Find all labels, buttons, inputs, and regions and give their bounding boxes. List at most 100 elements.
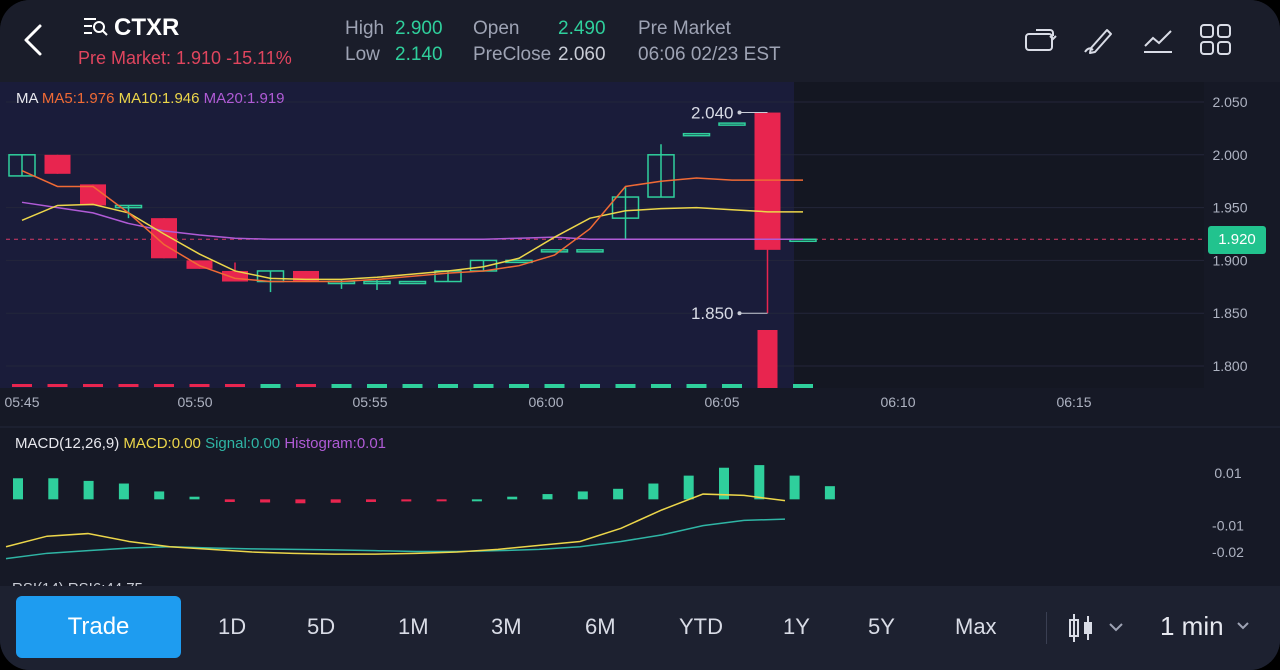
price-axis-label: 1.850 xyxy=(1212,305,1247,321)
app-screen: CTXR Pre Market: 1.910 -15.11% High 2.90… xyxy=(0,0,1280,670)
volume-bar xyxy=(722,384,742,388)
price-axis-label: 2.050 xyxy=(1212,94,1247,110)
volume-bar xyxy=(402,384,423,388)
macd-label: MACD(12,26,9) xyxy=(15,435,120,452)
chevron-down-icon[interactable] xyxy=(1236,619,1250,633)
range-5d[interactable]: 5D xyxy=(307,614,335,640)
volume-bar xyxy=(12,384,32,387)
macd-histogram-bar xyxy=(48,478,59,500)
macd-histogram-bar xyxy=(648,483,659,500)
volume-spike xyxy=(757,330,778,388)
candle-body-down xyxy=(754,112,781,250)
macd-histogram-bar xyxy=(507,496,518,500)
range-6m[interactable]: 6M xyxy=(585,614,616,640)
time-axis-label: 06:05 xyxy=(704,394,739,410)
volume-bar xyxy=(793,384,813,388)
macd-histogram-bar xyxy=(401,499,412,502)
macd-histogram-bar xyxy=(824,486,835,500)
time-axis-label: 05:55 xyxy=(352,394,387,410)
volume-bar xyxy=(118,384,139,387)
low-callout-dot xyxy=(737,311,742,316)
macd-histogram-bar xyxy=(789,475,800,500)
candlestick-type-icon[interactable] xyxy=(1066,610,1128,646)
toolbar-divider xyxy=(1046,612,1047,644)
volume-bar xyxy=(438,384,458,388)
range-5y[interactable]: 5Y xyxy=(868,614,895,640)
price-axis-label: 1.900 xyxy=(1212,252,1247,268)
range-ytd[interactable]: YTD xyxy=(679,614,723,640)
price-axis-label: 2.000 xyxy=(1212,147,1247,163)
macd-histogram-bar xyxy=(330,499,341,503)
candle-body-down xyxy=(151,218,177,259)
ma10-value: MA10:1.946 xyxy=(118,90,200,107)
macd-histogram-bar xyxy=(577,491,588,500)
range-1y[interactable]: 1Y xyxy=(783,614,810,640)
bottom-toolbar: Trade 1D 5D 1M 3M 6M YTD 1Y 5Y Max 1 min xyxy=(0,586,1280,670)
volume-bar xyxy=(367,384,387,388)
volume-bar xyxy=(544,384,565,388)
interval-select[interactable]: 1 min xyxy=(1160,611,1224,642)
macd-histogram-bar xyxy=(366,499,376,502)
range-max[interactable]: Max xyxy=(955,614,997,640)
after-panel xyxy=(794,82,1204,388)
macd-histogram-bar xyxy=(260,499,271,503)
macd-histogram-bar xyxy=(118,483,129,500)
macd-value: MACD:0.00 xyxy=(123,435,201,452)
volume-bar xyxy=(260,384,281,388)
macd-axis-label: 0.01 xyxy=(1214,465,1241,481)
macd-line xyxy=(5,493,786,555)
macd-histogram-bar xyxy=(295,499,306,504)
macd-histogram-bar xyxy=(436,499,447,502)
volume-bar xyxy=(47,384,68,387)
volume-bar xyxy=(686,384,707,388)
high-callout-label: 2.040 xyxy=(691,104,734,123)
candle-body-down xyxy=(44,154,71,174)
macd-histogram-bar xyxy=(683,475,694,500)
time-axis-label: 06:10 xyxy=(880,394,915,410)
macd-axis-label: -0.02 xyxy=(1212,544,1244,560)
ma20-value: MA20:1.919 xyxy=(203,90,285,107)
current-price-tag: 1.920 xyxy=(1208,226,1266,254)
signal-line xyxy=(5,518,786,560)
range-1m[interactable]: 1M xyxy=(398,614,429,640)
price-chart[interactable]: 2.050 2.000 1.950 1.900 1.850 1.800 05:45 05:50… xyxy=(0,0,1280,586)
volume-bar xyxy=(83,384,103,387)
volume-bar xyxy=(615,384,636,388)
time-axis-label: 05:50 xyxy=(177,394,212,410)
ma-label: MA xyxy=(16,90,38,107)
macd-histogram-bar xyxy=(224,499,235,502)
signal-value: Signal:0.00 xyxy=(205,435,281,452)
volume-bar xyxy=(473,384,494,388)
volume-bar xyxy=(225,384,245,387)
candle-body-down xyxy=(80,184,106,206)
ma-legend: MA MA5:1.976 MA10:1.946 MA20:1.919 xyxy=(16,90,285,107)
macd-histogram-bar xyxy=(83,480,94,500)
macd-histogram-bar xyxy=(542,494,553,500)
range-1d[interactable]: 1D xyxy=(218,614,246,640)
volume-bar xyxy=(651,384,671,388)
candle-body-down xyxy=(186,260,213,269)
macd-histogram-bar xyxy=(13,478,23,500)
high-callout-dot xyxy=(737,110,742,115)
range-3m[interactable]: 3M xyxy=(491,614,522,640)
trade-button[interactable]: Trade xyxy=(16,596,181,658)
price-axis-label: 1.950 xyxy=(1212,200,1247,216)
macd-histogram-bar xyxy=(189,496,200,500)
volume-bar xyxy=(331,384,352,388)
time-axis-label: 06:15 xyxy=(1056,394,1091,410)
time-axis-label: 06:00 xyxy=(528,394,563,410)
macd-histogram-bar xyxy=(471,499,482,502)
macd-legend: MACD(12,26,9) MACD:0.00 Signal:0.00 Hist… xyxy=(15,435,386,452)
ma5-value: MA5:1.976 xyxy=(41,90,115,107)
volume-bar xyxy=(580,384,600,388)
histogram-value: Histogram:0.01 xyxy=(284,435,387,452)
macd-histogram-bar xyxy=(613,488,624,500)
volume-bar xyxy=(296,384,316,387)
low-callout-label: 1.850 xyxy=(691,304,734,323)
volume-bar xyxy=(154,384,174,387)
macd-histogram-bar xyxy=(154,491,165,500)
price-axis-label: 1.800 xyxy=(1212,358,1247,374)
session-panel xyxy=(0,82,794,388)
macd-histogram-bar xyxy=(754,465,765,500)
volume-bar xyxy=(509,384,529,388)
